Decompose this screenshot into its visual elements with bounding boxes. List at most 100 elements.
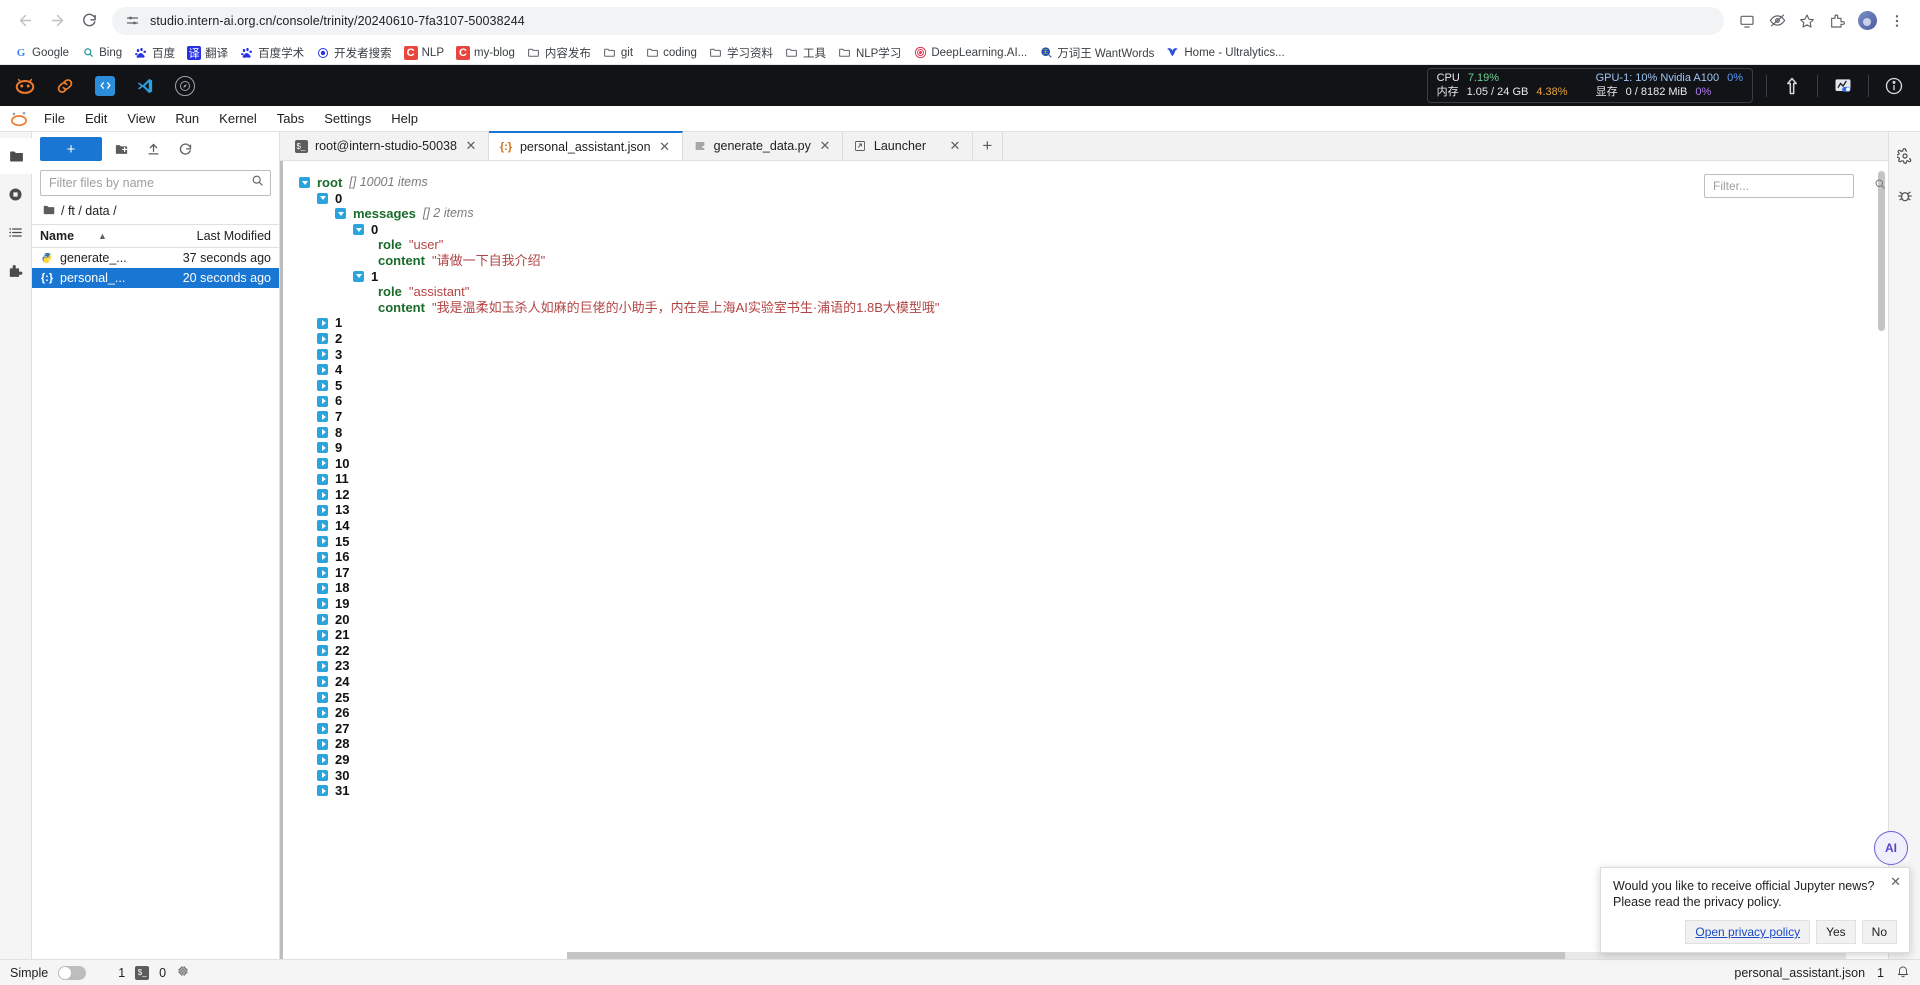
compass-icon[interactable] xyxy=(166,70,204,102)
toggle-expand-icon[interactable] xyxy=(317,551,328,563)
json-node-root[interactable]: root [] 10001 items xyxy=(299,175,1888,191)
cpu-chip-icon[interactable] xyxy=(176,964,190,981)
bookmark-deeplearning-ai[interactable]: DeepLearning.AI... xyxy=(907,44,1033,62)
jupyter-square-icon[interactable] xyxy=(86,70,124,102)
toggle-expand-icon[interactable] xyxy=(317,473,328,485)
menu-view[interactable]: View xyxy=(117,108,165,129)
json-node-collapsed[interactable]: 6 xyxy=(299,393,1888,409)
json-node-collapsed[interactable]: 9 xyxy=(299,440,1888,456)
eye-off-icon[interactable] xyxy=(1764,8,1790,34)
bookmark-folder-6[interactable]: NLP学习 xyxy=(832,43,907,63)
toggle-expand-icon[interactable] xyxy=(317,613,328,625)
refresh-icon[interactable] xyxy=(172,137,198,161)
json-node-collapsed[interactable]: 31 xyxy=(299,783,1888,799)
bookmark-devsearch[interactable]: 开发者搜索 xyxy=(310,43,398,63)
json-node-collapsed[interactable]: 27 xyxy=(299,721,1888,737)
table-of-contents-icon[interactable] xyxy=(0,214,32,250)
vertical-scrollbar[interactable] xyxy=(1878,171,1885,331)
json-node-collapsed[interactable]: 25 xyxy=(299,690,1888,706)
new-launcher-button[interactable]: + xyxy=(40,137,102,161)
menu-settings[interactable]: Settings xyxy=(314,108,381,129)
json-node-collapsed[interactable]: 21 xyxy=(299,627,1888,643)
json-node-0[interactable]: 0 xyxy=(299,191,1888,207)
toggle-expand-icon[interactable] xyxy=(353,270,364,282)
json-node-collapsed[interactable]: 17 xyxy=(299,565,1888,581)
toggle-expand-icon[interactable] xyxy=(317,676,328,688)
close-icon[interactable]: ✕ xyxy=(948,138,962,154)
bookmark-folder-3[interactable]: coding xyxy=(639,44,703,62)
json-filter-box[interactable] xyxy=(1704,174,1885,198)
json-node-collapsed[interactable]: 30 xyxy=(299,768,1888,784)
menu-file[interactable]: File xyxy=(34,108,75,129)
address-bar[interactable]: studio.intern-ai.org.cn/console/trinity/… xyxy=(112,6,1724,35)
json-node-collapsed[interactable]: 13 xyxy=(299,502,1888,518)
tab-launcher[interactable]: Launcher ✕ xyxy=(842,132,973,160)
upload-arrow-icon[interactable] xyxy=(1772,70,1812,102)
json-node-message-1[interactable]: 1 xyxy=(299,269,1888,285)
json-node-collapsed[interactable]: 16 xyxy=(299,549,1888,565)
json-node-collapsed[interactable]: 7 xyxy=(299,409,1888,425)
ai-assistant-button[interactable]: AI xyxy=(1874,831,1908,865)
toggle-expand-icon[interactable] xyxy=(317,426,328,438)
json-node-collapsed[interactable]: 19 xyxy=(299,596,1888,612)
running-terminals-icon[interactable] xyxy=(0,176,32,212)
toggle-expand-icon[interactable] xyxy=(317,629,328,641)
close-icon[interactable]: ✕ xyxy=(818,138,832,154)
tab-generate-data-py[interactable]: generate_data.py ✕ xyxy=(682,132,843,160)
tab-terminal[interactable]: $_ root@intern-studio-50038 ✕ xyxy=(284,132,489,160)
toggle-expand-icon[interactable] xyxy=(317,754,328,766)
bookmark-baidu-xueshu[interactable]: 百度学术 xyxy=(234,43,310,63)
horizontal-scrollbar[interactable] xyxy=(567,952,1846,959)
sort-ascending-icon[interactable]: ▲ xyxy=(98,231,107,241)
reload-button[interactable] xyxy=(74,6,104,36)
close-icon[interactable]: ✕ xyxy=(658,139,672,155)
menu-kernel[interactable]: Kernel xyxy=(209,108,267,129)
json-node-collapsed[interactable]: 20 xyxy=(299,612,1888,628)
close-icon[interactable]: ✕ xyxy=(1890,874,1901,890)
bookmark-my-blog[interactable]: Cmy-blog xyxy=(450,44,521,62)
menu-edit[interactable]: Edit xyxy=(75,108,117,129)
monitor-chart-icon[interactable] xyxy=(1823,70,1863,102)
list-item[interactable]: generate_... 37 seconds ago xyxy=(32,248,279,268)
toggle-expand-icon[interactable] xyxy=(317,442,328,454)
new-tab-button[interactable]: + xyxy=(973,132,1003,160)
toggle-expand-icon[interactable] xyxy=(317,457,328,469)
toggle-expand-icon[interactable] xyxy=(317,192,328,204)
column-header-name[interactable]: Name xyxy=(40,229,74,243)
menu-run[interactable]: Run xyxy=(165,108,209,129)
toggle-expand-icon[interactable] xyxy=(317,598,328,610)
json-node-collapsed[interactable]: 14 xyxy=(299,518,1888,534)
bookmark-folder-2[interactable]: git xyxy=(597,44,639,62)
menu-tabs[interactable]: Tabs xyxy=(267,108,314,129)
debugger-icon[interactable] xyxy=(1889,178,1920,214)
bookmark-folder-4[interactable]: 学习资料 xyxy=(703,43,779,63)
toggle-expand-icon[interactable] xyxy=(317,785,328,797)
extension-manager-icon[interactable] xyxy=(0,252,32,288)
close-icon[interactable]: ✕ xyxy=(464,138,478,154)
extensions-icon[interactable] xyxy=(1824,8,1850,34)
toggle-expand-icon[interactable] xyxy=(317,535,328,547)
toggle-expand-icon[interactable] xyxy=(317,395,328,407)
json-node-collapsed[interactable]: 1 xyxy=(299,315,1888,331)
toggle-expand-icon[interactable] xyxy=(353,224,364,236)
json-node-collapsed[interactable]: 24 xyxy=(299,674,1888,690)
terminal-icon[interactable]: $_ xyxy=(135,965,150,980)
json-node-collapsed[interactable]: 23 xyxy=(299,658,1888,674)
bookmark-ultralytics[interactable]: Home - Ultralytics... xyxy=(1160,44,1290,62)
toggle-expand-icon[interactable] xyxy=(317,567,328,579)
toggle-expand-icon[interactable] xyxy=(317,489,328,501)
profile-avatar[interactable] xyxy=(1854,8,1880,34)
no-button[interactable]: No xyxy=(1861,920,1897,944)
json-node-collapsed[interactable]: 5 xyxy=(299,378,1888,394)
link-icon[interactable] xyxy=(46,70,84,102)
toggle-expand-icon[interactable] xyxy=(317,520,328,532)
toggle-expand-icon[interactable] xyxy=(317,707,328,719)
toggle-expand-icon[interactable] xyxy=(317,504,328,516)
column-header-modified[interactable]: Last Modified xyxy=(197,229,271,243)
bookmark-nlp[interactable]: C NLP xyxy=(398,44,450,62)
info-circle-icon[interactable] xyxy=(1874,70,1914,102)
open-privacy-policy-link[interactable]: Open privacy policy xyxy=(1685,920,1811,944)
yes-button[interactable]: Yes xyxy=(1816,920,1856,944)
toggle-expand-icon[interactable] xyxy=(335,208,346,220)
json-node-messages[interactable]: messages [] 2 items xyxy=(299,206,1888,222)
